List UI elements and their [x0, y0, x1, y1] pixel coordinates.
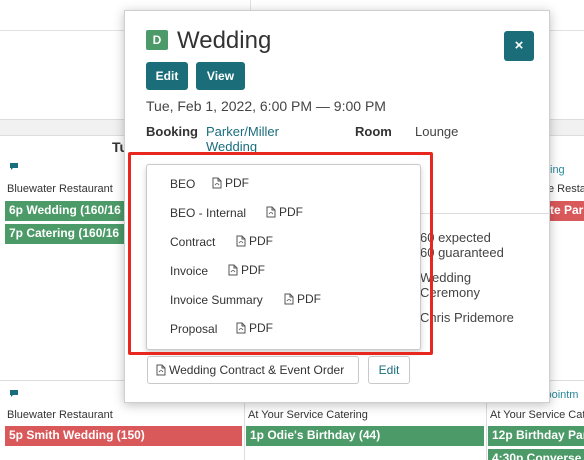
appointment-link[interactable]: ing: [550, 164, 565, 176]
venue-label: e Restaurant: [548, 183, 584, 195]
booking-link[interactable]: Parker/Miller Wedding: [206, 124, 279, 154]
venue-label: At Your Service Catering: [248, 409, 368, 421]
booking-link-line: Parker/Miller: [206, 124, 279, 139]
event-manager-value: Chris Pridemore: [420, 310, 514, 325]
contract-pdf-button[interactable]: Wedding Contract & Event Order: [147, 356, 359, 384]
venue-label: Bluewater Restaurant: [7, 409, 113, 421]
divider: [420, 213, 550, 214]
calendar-event[interactable]: 12p Birthday Part: [488, 426, 584, 446]
calendar-event[interactable]: 5p Smith Wedding (150): [5, 426, 242, 446]
close-button[interactable]: ×: [504, 31, 534, 61]
comment-icon[interactable]: [9, 389, 19, 401]
calendar-event[interactable]: 6p Wedding (160/16: [5, 201, 127, 221]
calendar-event[interactable]: 1p Odie's Birthday (44): [246, 426, 484, 446]
room-label: Room: [355, 124, 392, 139]
event-status-badge: D: [146, 30, 168, 50]
venue-label: At Your Service Cat: [490, 409, 584, 421]
calendar-event[interactable]: te Par: [546, 201, 584, 221]
highlight-box: [128, 152, 433, 355]
event-datetime: Tue, Feb 1, 2022, 6:00 PM — 9:00 PM: [146, 98, 386, 114]
calendar-event[interactable]: 7p Catering (160/16: [5, 224, 127, 244]
comment-icon[interactable]: [9, 162, 19, 174]
edit-contract-button[interactable]: Edit: [368, 356, 410, 384]
event-title: Wedding: [177, 27, 272, 54]
calendar-event[interactable]: 4:30p Converse: [488, 449, 584, 460]
view-event-button[interactable]: View: [196, 62, 245, 90]
contract-button-label: Wedding Contract & Event Order: [169, 363, 345, 377]
close-icon: ×: [514, 37, 524, 54]
edit-event-button[interactable]: Edit: [146, 62, 188, 90]
room-value: Lounge: [415, 124, 459, 139]
booking-label: Booking: [146, 124, 198, 139]
venue-label: Bluewater Restaurant: [7, 183, 113, 195]
pdf-file-icon: [156, 364, 166, 376]
